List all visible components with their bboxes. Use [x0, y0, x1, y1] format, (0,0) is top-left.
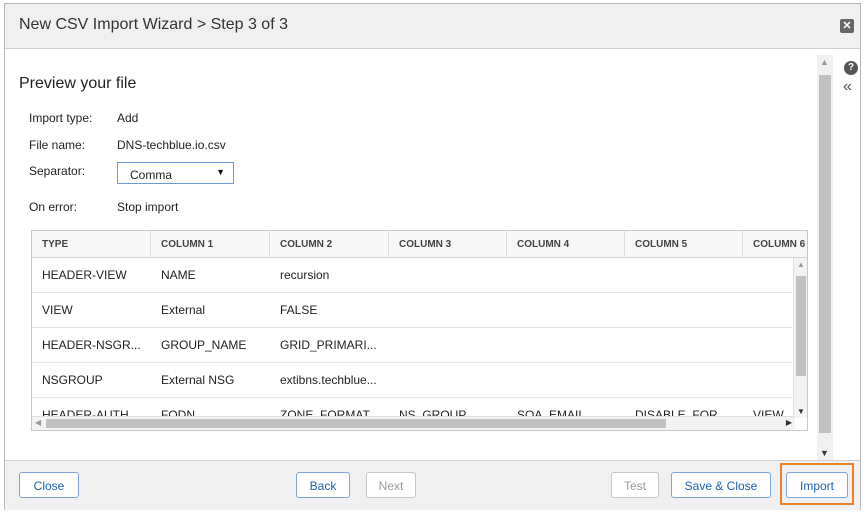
file-name-value: DNS-techblue.io.csv — [117, 138, 226, 152]
separator-select[interactable]: Comma ▼ — [117, 162, 234, 184]
test-button[interactable]: Test — [611, 472, 659, 498]
column-header-3[interactable]: COLUMN 3 — [389, 231, 507, 258]
separator-label: Separator: — [29, 164, 86, 178]
scroll-thumb[interactable] — [819, 75, 831, 433]
import-button[interactable]: Import — [786, 472, 848, 498]
column-header-6[interactable]: COLUMN 6 — [743, 231, 807, 258]
dropdown-arrow-icon: ▼ — [216, 167, 225, 177]
dialog-footer: Close Back Next Test Save & Close Import — [5, 460, 860, 510]
next-button[interactable]: Next — [366, 472, 416, 498]
column-header-1[interactable]: COLUMN 1 — [151, 231, 270, 258]
table-row[interactable]: VIEW External FALSE — [32, 293, 792, 328]
table-cell: GRID_PRIMARI... — [280, 338, 377, 352]
dialog-content: Preview your file Import type: Add File … — [5, 50, 835, 460]
preview-table: TYPE COLUMN 1 COLUMN 2 COLUMN 3 COLUMN 4… — [31, 230, 808, 431]
scroll-right-icon[interactable]: ▶ — [786, 418, 792, 427]
table-cell: External — [161, 303, 206, 317]
table-cell: NSGROUP — [42, 373, 103, 387]
table-cell: HEADER-VIEW — [42, 268, 127, 282]
table-cell: HEADER-NSGR... — [42, 338, 141, 352]
close-button[interactable]: Close — [19, 472, 79, 498]
table-row[interactable]: NSGROUP External NSG extibns.techblue... — [32, 363, 792, 398]
back-button[interactable]: Back — [296, 472, 350, 498]
dialog-titlebar: New CSV Import Wizard > Step 3 of 3 ✕ — [5, 4, 860, 49]
column-header-type[interactable]: TYPE — [32, 231, 151, 258]
csv-import-dialog: New CSV Import Wizard > Step 3 of 3 ✕ Pr… — [4, 3, 861, 510]
scroll-thumb[interactable] — [796, 276, 806, 376]
import-type-value: Add — [117, 111, 139, 125]
save-close-button[interactable]: Save & Close — [671, 472, 771, 498]
column-header-4[interactable]: COLUMN 4 — [507, 231, 625, 258]
help-icon[interactable]: ? — [844, 61, 858, 75]
table-header: TYPE COLUMN 1 COLUMN 2 COLUMN 3 COLUMN 4… — [32, 231, 807, 258]
table-vertical-scrollbar[interactable]: ▲ ▼ — [793, 258, 807, 418]
scroll-up-icon[interactable]: ▲ — [797, 260, 805, 269]
table-cell: recursion — [280, 268, 330, 282]
table-cell: FALSE — [280, 303, 318, 317]
table-cell: NAME — [161, 268, 196, 282]
table-cell: VIEW — [42, 303, 73, 317]
table-horizontal-scrollbar[interactable]: ◀ ▶ — [32, 416, 795, 430]
table-cell: External NSG — [161, 373, 235, 387]
dialog-title: New CSV Import Wizard > Step 3 of 3 — [19, 16, 288, 33]
dialog-vertical-scrollbar[interactable]: ▲ ▼ — [817, 55, 833, 460]
import-type-label: Import type: — [29, 111, 93, 125]
table-row[interactable]: HEADER-NSGR... GROUP_NAME GRID_PRIMARI..… — [32, 328, 792, 363]
separator-selected-value: Comma — [130, 168, 173, 182]
scroll-left-icon[interactable]: ◀ — [35, 418, 41, 427]
scroll-up-icon[interactable]: ▲ — [820, 57, 829, 67]
column-header-2[interactable]: COLUMN 2 — [270, 231, 389, 258]
file-name-label: File name: — [29, 138, 86, 152]
table-row[interactable]: HEADER-VIEW NAME recursion — [32, 258, 792, 293]
close-icon[interactable]: ✕ — [840, 19, 854, 33]
scroll-thumb[interactable] — [46, 419, 666, 428]
column-header-5[interactable]: COLUMN 5 — [625, 231, 743, 258]
table-cell: extibns.techblue... — [280, 373, 377, 387]
scroll-down-icon[interactable]: ▼ — [797, 407, 805, 416]
on-error-label: On error: — [29, 200, 78, 214]
page-heading: Preview your file — [19, 75, 137, 92]
on-error-value: Stop import — [117, 200, 179, 214]
side-panel: ? « — [842, 56, 860, 116]
double-chevron-left-icon[interactable]: « — [843, 78, 852, 96]
scroll-down-icon[interactable]: ▼ — [820, 448, 829, 458]
table-cell: GROUP_NAME — [161, 338, 247, 352]
